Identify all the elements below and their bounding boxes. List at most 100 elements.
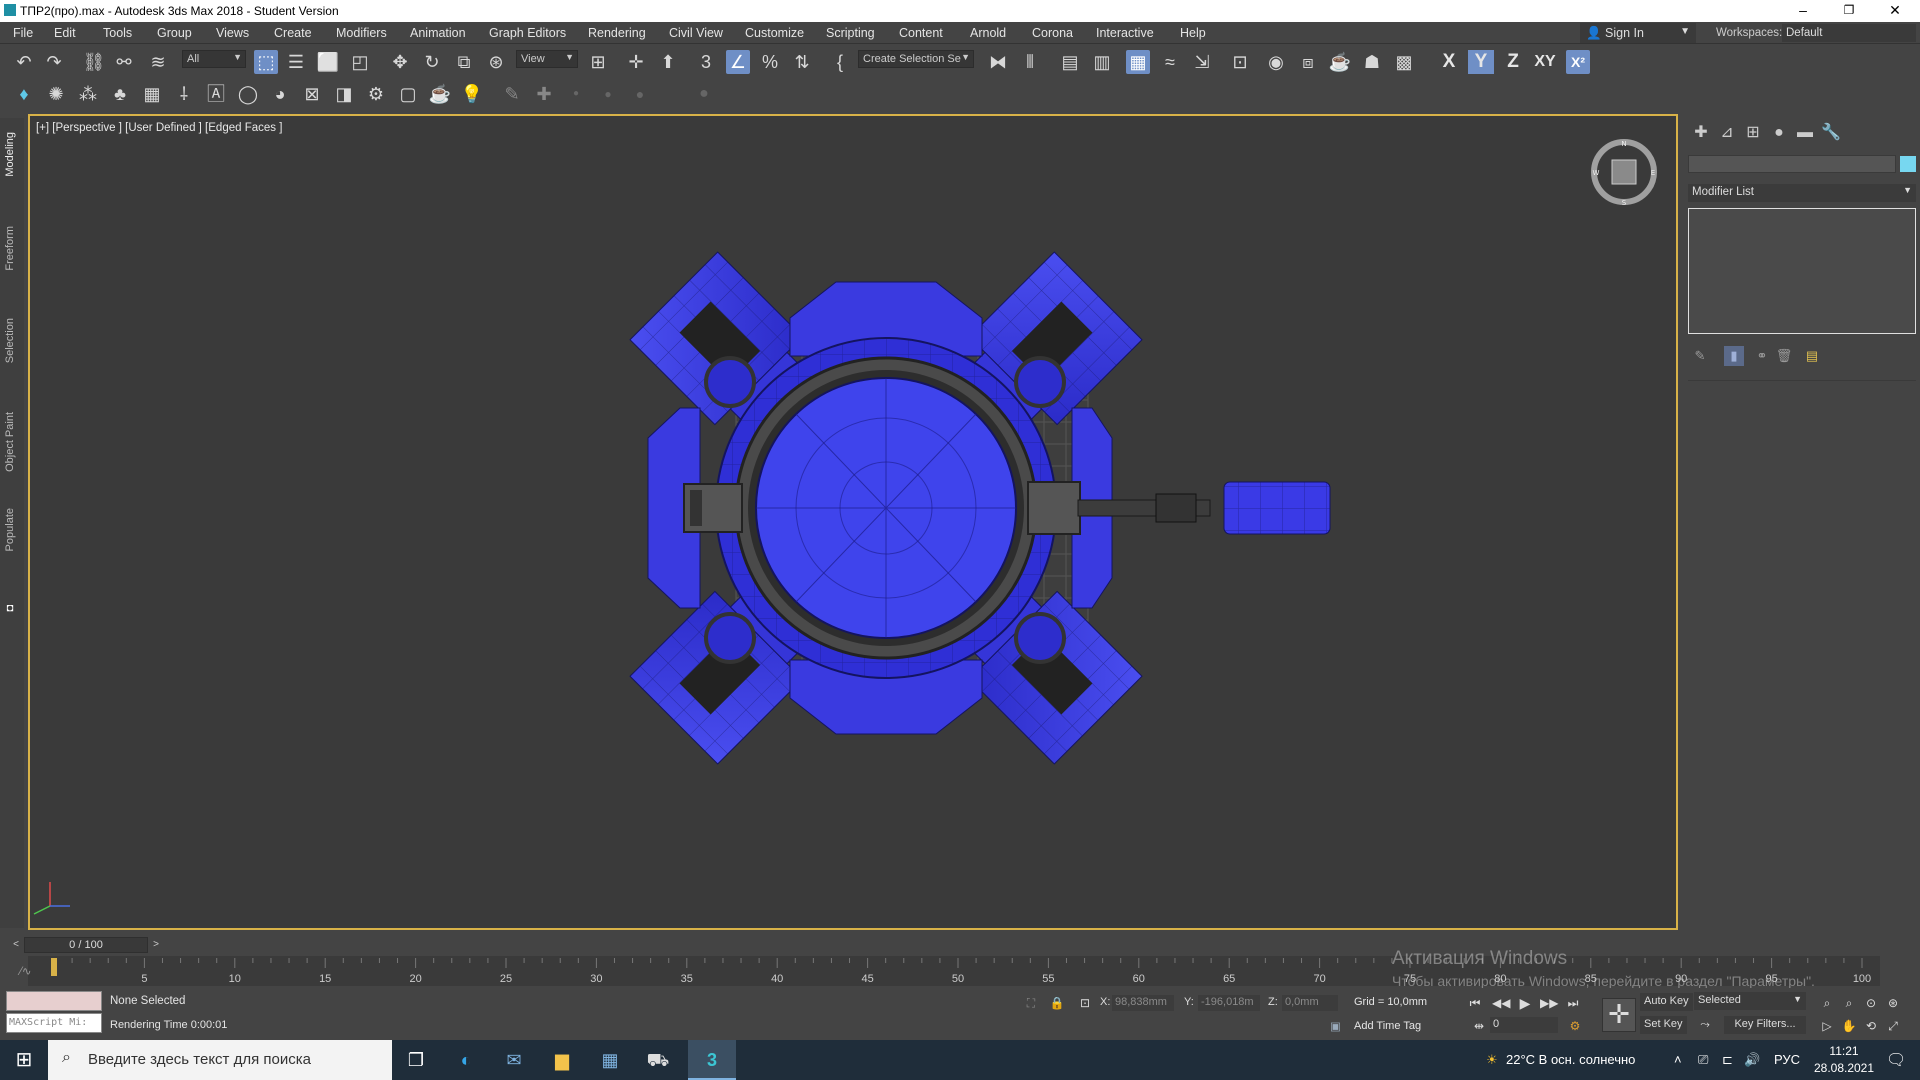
- camera-icon[interactable]: ◨: [332, 82, 356, 106]
- add-icon[interactable]: ✚: [532, 82, 556, 106]
- menu-create[interactable]: Create: [274, 26, 312, 40]
- maximize-viewport-icon[interactable]: ⤢: [1884, 1018, 1902, 1034]
- isolate-selection-icon[interactable]: ⛶: [1022, 995, 1040, 1011]
- play-icon[interactable]: ▶: [1516, 995, 1534, 1011]
- link-icon[interactable]: ⛓: [82, 50, 106, 74]
- menu-file[interactable]: File: [13, 26, 33, 40]
- particle-icon[interactable]: ⁂: [76, 82, 100, 106]
- zoom-icon[interactable]: ⌕: [1818, 995, 1836, 1011]
- next-frame-icon[interactable]: ▶▶: [1540, 995, 1558, 1011]
- zoom-all-icon[interactable]: ⌕: [1840, 995, 1858, 1011]
- menu-corona[interactable]: Corona: [1032, 26, 1073, 40]
- curve-editor-icon[interactable]: ≈: [1158, 50, 1182, 74]
- file-explorer-icon[interactable]: ▆: [538, 1040, 586, 1080]
- viewcube-south[interactable]: S: [1622, 199, 1627, 207]
- tree-icon[interactable]: ♣: [108, 82, 132, 106]
- select-object-icon[interactable]: ⬚: [254, 50, 278, 74]
- tab-object-paint[interactable]: Object Paint: [4, 412, 16, 472]
- orbit-icon[interactable]: ⟲: [1862, 1018, 1880, 1034]
- time-config-icon[interactable]: ⇹: [1470, 1018, 1488, 1034]
- rendered-frame-window-icon[interactable]: ☕: [1328, 50, 1352, 74]
- rectangular-selection-icon[interactable]: ⬜: [316, 50, 340, 74]
- maximize-button[interactable]: ❐: [1826, 0, 1872, 22]
- clock-time[interactable]: 11:21: [1814, 1044, 1874, 1058]
- place-icon[interactable]: ⊛: [484, 50, 508, 74]
- unlink-icon[interactable]: ⚯: [112, 50, 136, 74]
- dope-sheet-icon[interactable]: ⇲: [1190, 50, 1214, 74]
- axis-y-button[interactable]: Y: [1468, 50, 1494, 74]
- time-configuration-icon[interactable]: ⚙: [1566, 1018, 1584, 1034]
- brush-icon[interactable]: ✎: [500, 82, 524, 106]
- menu-animation[interactable]: Animation: [410, 26, 466, 40]
- tab-populate[interactable]: Populate: [4, 508, 16, 551]
- grid-icon[interactable]: ▦: [140, 82, 164, 106]
- set-key-button[interactable]: Set Key: [1640, 1016, 1687, 1034]
- remove-modifier-icon[interactable]: 🗑: [1774, 346, 1794, 366]
- axis-xy-button[interactable]: XY: [1530, 50, 1560, 74]
- tray-chevron-icon[interactable]: ˄: [1674, 1052, 1682, 1067]
- show-end-result-icon[interactable]: ▮: [1724, 346, 1744, 366]
- task-view-icon[interactable]: ❐: [392, 1040, 440, 1080]
- menu-tools[interactable]: Tools: [103, 26, 132, 40]
- zoom-extents-all-icon[interactable]: ⊛: [1884, 995, 1902, 1011]
- selection-set-dropdown[interactable]: Create Selection Se ▼: [858, 50, 974, 68]
- clock-date[interactable]: 28.08.2021: [1806, 1061, 1882, 1075]
- y-coordinate-field[interactable]: -196,018m: [1198, 995, 1260, 1011]
- modify-tab-icon[interactable]: ⊿: [1716, 122, 1738, 144]
- menu-civil-view[interactable]: Civil View: [669, 26, 723, 40]
- weather-icon[interactable]: ☀: [1486, 1052, 1498, 1068]
- move-icon[interactable]: ✥: [388, 50, 412, 74]
- menu-modifiers[interactable]: Modifiers: [336, 26, 387, 40]
- device-icon[interactable]: ⎚: [1698, 1052, 1708, 1068]
- key-tangent-icon[interactable]: ⤳: [1696, 1016, 1714, 1032]
- scene-explorer-icon[interactable]: ▤: [1058, 50, 1082, 74]
- x-coordinate-field[interactable]: 98,838mm: [1112, 995, 1174, 1011]
- angle-snap-icon[interactable]: ∠: [726, 50, 750, 74]
- window-crossing-icon[interactable]: ◰: [348, 50, 372, 74]
- z-coordinate-field[interactable]: 0,0mm: [1282, 995, 1338, 1011]
- key-filters-button[interactable]: Key Filters...: [1724, 1016, 1806, 1034]
- light-icon[interactable]: ♦: [12, 82, 36, 106]
- modifier-stack[interactable]: [1688, 208, 1916, 334]
- rotate-icon[interactable]: ↻: [420, 50, 444, 74]
- menu-content[interactable]: Content: [899, 26, 943, 40]
- perspective-viewport[interactable]: [+] [Perspective ] [User Defined ] [Edge…: [28, 114, 1678, 930]
- panel-divider[interactable]: [1688, 380, 1916, 381]
- select-manipulate-icon[interactable]: ✛: [624, 50, 648, 74]
- menu-rendering[interactable]: Rendering: [588, 26, 646, 40]
- render-setup-icon[interactable]: ⧈: [1296, 50, 1320, 74]
- set-key-large-icon[interactable]: ✛: [1602, 998, 1636, 1032]
- align-icon[interactable]: ⫴: [1018, 50, 1042, 74]
- maxscript-listener-output[interactable]: [6, 991, 102, 1011]
- robot-model[interactable]: [629, 251, 1331, 765]
- calculator-icon[interactable]: ▦: [586, 1040, 634, 1080]
- notifications-icon[interactable]: 🗨: [1886, 1050, 1906, 1070]
- hierarchy-tab-icon[interactable]: ⊞: [1742, 122, 1764, 144]
- add-time-tag-button[interactable]: Add Time Tag: [1354, 1020, 1421, 1032]
- sign-in-button[interactable]: 👤 Sign In ▼: [1580, 23, 1696, 43]
- object-name-field[interactable]: [1688, 155, 1896, 173]
- time-slider-next[interactable]: >: [150, 937, 162, 953]
- viewcube-north[interactable]: N: [1621, 140, 1626, 148]
- workspaces-dropdown[interactable]: Default: [1782, 24, 1916, 42]
- schematic-view-icon[interactable]: ⊡: [1228, 50, 1252, 74]
- menu-help[interactable]: Help: [1180, 26, 1206, 40]
- absolute-mode-icon[interactable]: ⊡: [1076, 995, 1094, 1011]
- bulb-light-icon[interactable]: 💡: [460, 82, 484, 106]
- percent-snap-icon[interactable]: %: [758, 50, 782, 74]
- 3ds-max-taskbar-icon[interactable]: 3: [688, 1040, 736, 1080]
- layer-explorer-icon[interactable]: ▥: [1090, 50, 1114, 74]
- tab-modeling[interactable]: Modeling: [4, 132, 16, 177]
- bind-space-warp-icon[interactable]: ≋: [146, 50, 170, 74]
- motion-tab-icon[interactable]: ●: [1768, 122, 1790, 144]
- time-slider[interactable]: 0 / 100: [24, 937, 148, 953]
- proxy-icon[interactable]: ⚙: [364, 82, 388, 106]
- menu-customize[interactable]: Customize: [745, 26, 804, 40]
- tab-freeform[interactable]: Freeform: [4, 226, 16, 271]
- render-iterative-icon[interactable]: ▩: [1392, 50, 1416, 74]
- create-tab-icon[interactable]: ✚: [1690, 122, 1712, 144]
- pin-stack-icon[interactable]: ✎: [1690, 346, 1710, 366]
- time-slider-prev[interactable]: <: [10, 937, 22, 953]
- display-tab-icon[interactable]: ▬: [1794, 122, 1816, 144]
- menu-group[interactable]: Group: [157, 26, 192, 40]
